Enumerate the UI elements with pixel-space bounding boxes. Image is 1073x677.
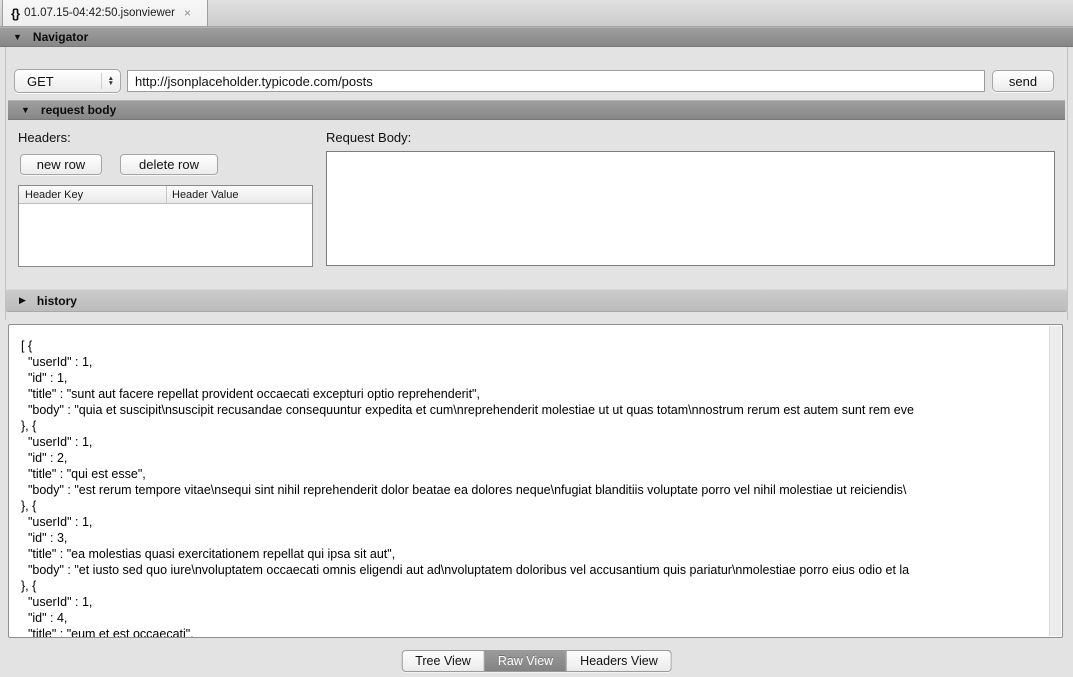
json-line: "id" : 1, bbox=[21, 370, 1050, 386]
close-tab-icon[interactable]: × bbox=[184, 7, 191, 19]
request-body-label: Request Body: bbox=[326, 130, 411, 145]
header-key-column: Header Key bbox=[19, 186, 167, 203]
new-row-button[interactable]: new row bbox=[20, 154, 102, 175]
http-method-select[interactable]: GET ▲▼ bbox=[14, 69, 121, 93]
json-line: "id" : 4, bbox=[21, 610, 1050, 626]
request-body-section-header[interactable]: ▼ request body bbox=[8, 100, 1065, 120]
json-line: "userId" : 1, bbox=[21, 354, 1050, 370]
json-line: [ { bbox=[21, 338, 1050, 354]
response-raw-panel[interactable]: [ { "userId" : 1, "id" : 1, "title" : "s… bbox=[8, 324, 1063, 638]
json-line: }, { bbox=[21, 418, 1050, 434]
headers-label: Headers: bbox=[18, 130, 71, 145]
stepper-arrows-icon: ▲▼ bbox=[101, 73, 114, 89]
request-body-section-label: request body bbox=[41, 103, 116, 117]
tab-raw-view[interactable]: Raw View bbox=[485, 650, 567, 672]
json-line: "body" : "quia et suscipit\nsuscipit rec… bbox=[21, 402, 1050, 418]
tab-tree-view[interactable]: Tree View bbox=[401, 650, 485, 672]
json-line: "userId" : 1, bbox=[21, 514, 1050, 530]
json-line: "id" : 3, bbox=[21, 530, 1050, 546]
json-line: }, { bbox=[21, 498, 1050, 514]
json-line: "body" : "et iusto sed quo iure\nvolupta… bbox=[21, 562, 1050, 578]
headers-table-header-row: Header Key Header Value bbox=[19, 186, 312, 204]
json-line: "title" : "ea molestias quasi exercitati… bbox=[21, 546, 1050, 562]
vertical-scrollbar[interactable] bbox=[1049, 326, 1061, 636]
send-button-label: send bbox=[1009, 74, 1037, 89]
view-switcher: Tree View Raw View Headers View bbox=[401, 650, 672, 672]
navigator-section-label: Navigator bbox=[33, 30, 88, 44]
json-line: }, { bbox=[21, 578, 1050, 594]
tab-headers-view[interactable]: Headers View bbox=[567, 650, 672, 672]
url-input[interactable] bbox=[127, 70, 985, 92]
json-line: "title" : "qui est esse", bbox=[21, 466, 1050, 482]
http-method-value: GET bbox=[27, 74, 54, 89]
tab-title: 01.07.15-04:42:50.jsonviewer bbox=[24, 7, 175, 19]
collapse-triangle-icon: ▶ bbox=[19, 296, 26, 305]
header-value-column: Header Value bbox=[167, 186, 312, 203]
send-button[interactable]: send bbox=[992, 70, 1054, 92]
json-file-icon: {} bbox=[11, 6, 19, 21]
history-section-header[interactable]: ▶ history bbox=[6, 289, 1067, 312]
json-line: "userId" : 1, bbox=[21, 594, 1050, 610]
json-line: "body" : "est rerum tempore vitae\nsequi… bbox=[21, 482, 1050, 498]
new-row-button-label: new row bbox=[37, 157, 85, 172]
raw-json-text: [ { "userId" : 1, "id" : 1, "title" : "s… bbox=[9, 325, 1050, 637]
json-line: "id" : 2, bbox=[21, 450, 1050, 466]
delete-row-button-label: delete row bbox=[139, 157, 199, 172]
collapse-triangle-icon: ▼ bbox=[21, 106, 30, 115]
json-line: "userId" : 1, bbox=[21, 434, 1050, 450]
request-body-textarea[interactable] bbox=[326, 151, 1055, 266]
document-tab[interactable]: {} 01.07.15-04:42:50.jsonviewer × bbox=[2, 0, 208, 26]
headers-table[interactable]: Header Key Header Value bbox=[18, 185, 313, 267]
tab-bar: {} 01.07.15-04:42:50.jsonviewer × bbox=[0, 0, 1073, 27]
json-line: "title" : "sunt aut facere repellat prov… bbox=[21, 386, 1050, 402]
collapse-triangle-icon: ▼ bbox=[13, 33, 22, 42]
navigator-section-header[interactable]: ▼ Navigator bbox=[0, 27, 1073, 47]
delete-row-button[interactable]: delete row bbox=[120, 154, 218, 175]
history-section-label: history bbox=[37, 294, 77, 308]
json-line: "title" : "eum et est occaecati", bbox=[21, 626, 1050, 637]
